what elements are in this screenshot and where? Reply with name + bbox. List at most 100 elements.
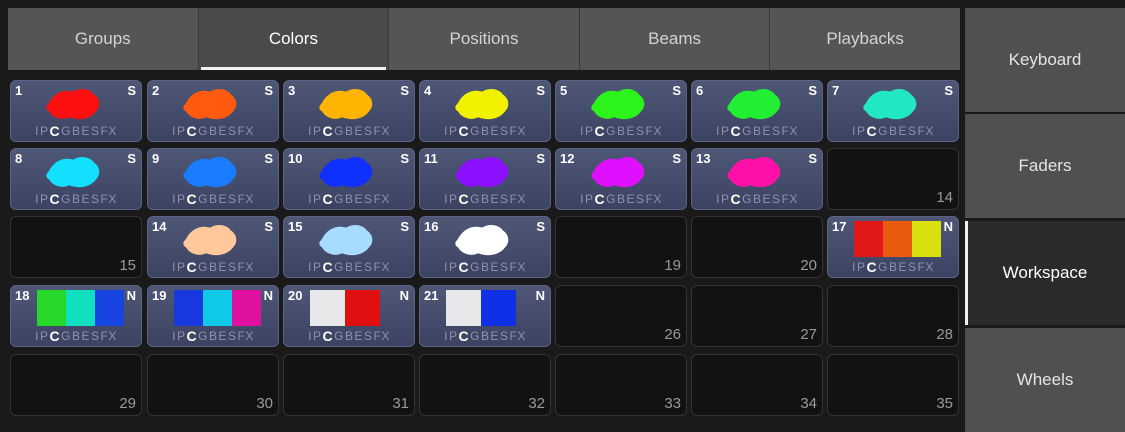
preset-flag: S [127,83,136,98]
attribute-letter: E [626,124,635,138]
attribute-letter: I [716,192,720,206]
attribute-letter: G [878,260,888,274]
attribute-letter: FX [373,329,390,343]
attribute-letter: P [584,192,594,206]
color-preset-13[interactable]: 13 S I P C G B E S FX [691,148,823,210]
color-preset-16[interactable]: 16 S I P C G B E S FX [419,216,551,278]
empty-slot-14[interactable]: 14 [827,148,959,210]
attribute-letter: S [636,124,645,138]
attribute-letter: S [228,260,237,274]
attribute-letter: B [344,260,354,274]
attribute-letter: B [344,329,354,343]
attribute-letter: C [594,123,606,139]
color-preset-9[interactable]: 9 S I P C G B E S FX [147,148,279,210]
preset-flag: N [126,288,136,303]
attribute-letter: S [772,124,781,138]
slot-number: 15 [119,257,136,274]
slot-number: 20 [800,257,817,274]
attribute-letter: S [500,192,509,206]
color-preset-21[interactable]: 21 N I P C G B E S FX [419,285,551,347]
color-blob-icon [183,156,237,188]
preset-flag: S [536,83,545,98]
color-preset-17[interactable]: 17 N I P C G B E S FX [827,216,959,278]
attribute-letter: B [208,260,218,274]
attribute-letter: G [470,124,480,138]
empty-slot-29[interactable]: 29 [10,354,142,416]
empty-slot-20[interactable]: 20 [691,216,823,278]
attribute-letter: I [444,329,448,343]
attribute-letter: E [626,192,635,206]
empty-slot-15[interactable]: 15 [10,216,142,278]
attribute-letter: E [898,124,907,138]
side-button-faders[interactable]: Faders [965,114,1125,218]
attribute-letter: E [354,192,363,206]
color-preset-11[interactable]: 11 S I P C G B E S FX [419,148,551,210]
side-button-wheels[interactable]: Wheels [965,328,1125,432]
attribute-letter: S [500,124,509,138]
attribute-letter: FX [781,124,798,138]
color-preset-12[interactable]: 12 S I P C G B E S FX [555,148,687,210]
color-preset-2[interactable]: 2 S I P C G B E S FX [147,80,279,142]
color-block [854,221,883,257]
attribute-letter: G [198,124,208,138]
attribute-letter: S [908,124,917,138]
attribute-letter: FX [237,329,254,343]
empty-slot-33[interactable]: 33 [555,354,687,416]
color-block [232,290,261,326]
attribute-letter: C [322,328,334,344]
empty-slot-34[interactable]: 34 [691,354,823,416]
attribute-indicators: I P C G B E S FX [284,191,414,207]
attribute-letter: I [444,192,448,206]
empty-slot-28[interactable]: 28 [827,285,959,347]
color-preset-7[interactable]: 7 S I P C G B E S FX [827,80,959,142]
empty-slot-26[interactable]: 26 [555,285,687,347]
color-preset-3[interactable]: 3 S I P C G B E S FX [283,80,415,142]
attribute-letter: B [344,124,354,138]
color-preset-4[interactable]: 4 S I P C G B E S FX [419,80,551,142]
attribute-letter: B [616,124,626,138]
attribute-letter: B [752,192,762,206]
color-preset-15[interactable]: 15 S I P C G B E S FX [283,216,415,278]
attribute-letter: C [458,259,470,275]
attribute-indicators: I P C G B E S FX [11,328,141,344]
attribute-letter: P [176,192,186,206]
color-preset-18[interactable]: 18 N I P C G B E S FX [10,285,142,347]
color-preset-10[interactable]: 10 S I P C G B E S FX [283,148,415,210]
attribute-letter: P [720,192,730,206]
color-preset-14[interactable]: 14 S I P C G B E S FX [147,216,279,278]
color-preset-20[interactable]: 20 N I P C G B E S FX [283,285,415,347]
attribute-letter: B [480,192,490,206]
preset-number: 6 [696,83,704,98]
slot-number: 29 [119,395,136,412]
slot-number: 35 [936,395,953,412]
color-preset-5[interactable]: 5 S I P C G B E S FX [555,80,687,142]
side-button-workspace[interactable]: Workspace [965,221,1125,325]
empty-slot-31[interactable]: 31 [283,354,415,416]
attribute-letter: FX [645,124,662,138]
empty-slot-27[interactable]: 27 [691,285,823,347]
attribute-letter: C [186,328,198,344]
attribute-letter: C [322,259,334,275]
attribute-indicators: I P C G B E S FX [148,191,278,207]
color-preset-1[interactable]: 1 S I P C G B E S FX [10,80,142,142]
attribute-letter: I [308,329,312,343]
color-preset-19[interactable]: 19 N I P C G B E S FX [147,285,279,347]
attribute-letter: S [228,192,237,206]
empty-slot-32[interactable]: 32 [419,354,551,416]
attribute-letter: I [308,124,312,138]
color-blob-icon [183,224,237,256]
attribute-letter: B [888,124,898,138]
side-button-keyboard[interactable]: Keyboard [965,8,1125,112]
empty-slot-30[interactable]: 30 [147,354,279,416]
attribute-letter: B [208,192,218,206]
attribute-letter: E [490,260,499,274]
empty-slot-19[interactable]: 19 [555,216,687,278]
attribute-letter: E [490,124,499,138]
attribute-indicators: I P C G B E S FX [11,191,141,207]
color-preset-6[interactable]: 6 S I P C G B E S FX [691,80,823,142]
attribute-letter: I [580,124,584,138]
preset-number: 17 [832,219,847,234]
attribute-letter: E [218,329,227,343]
color-preset-8[interactable]: 8 S I P C G B E S FX [10,148,142,210]
empty-slot-35[interactable]: 35 [827,354,959,416]
